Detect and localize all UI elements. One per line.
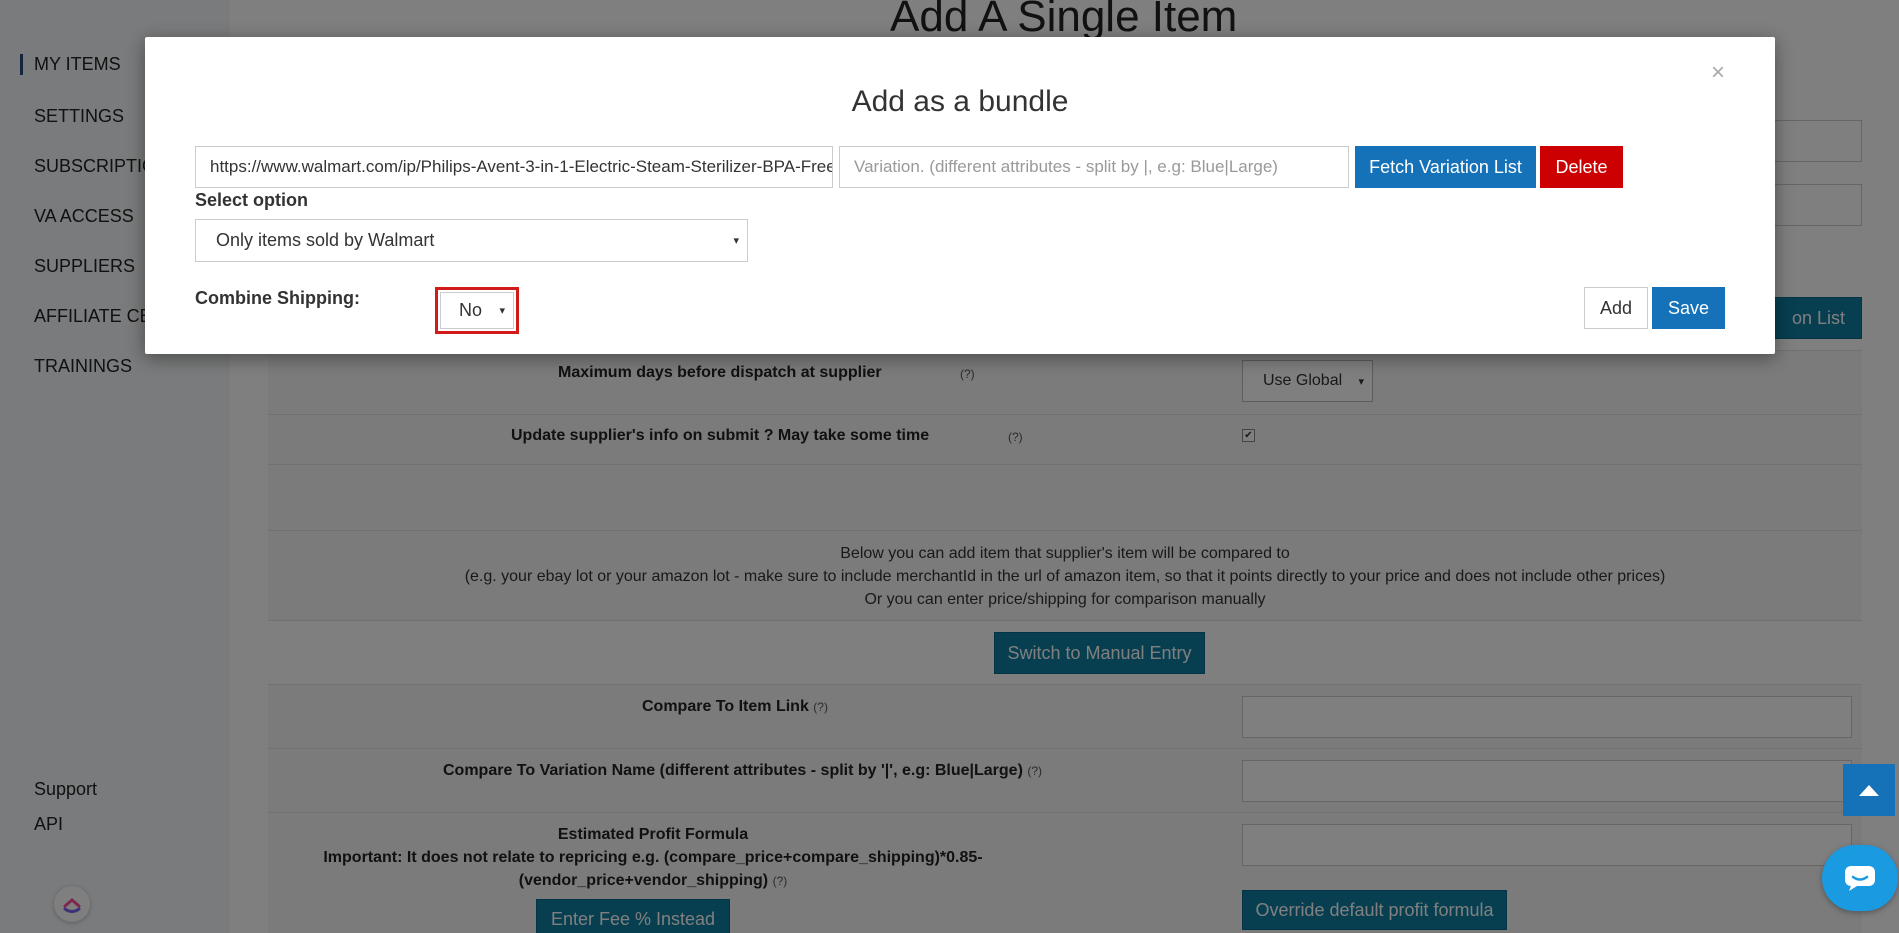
chat-bubble-icon	[1845, 866, 1875, 891]
variation-input[interactable]: Variation. (different attributes - split…	[839, 146, 1349, 188]
delete-button[interactable]: Delete	[1540, 146, 1623, 188]
scroll-to-top-button[interactable]	[1843, 764, 1895, 816]
select-option-dropdown[interactable]: Only items sold by Walmart ▾	[195, 219, 748, 262]
combine-shipping-label: Combine Shipping:	[195, 288, 360, 308]
chevron-down-icon: ▾	[733, 235, 739, 247]
fetch-variation-button[interactable]: Fetch Variation List	[1355, 146, 1536, 188]
add-button[interactable]: Add	[1584, 287, 1648, 329]
save-button[interactable]: Save	[1652, 287, 1725, 329]
close-icon[interactable]: ×	[1711, 59, 1725, 87]
item-url-input[interactable]: https://www.walmart.com/ip/Philips-Avent…	[195, 146, 833, 188]
combine-shipping-value: No	[459, 300, 483, 320]
arrow-up-icon	[1859, 785, 1879, 796]
modal-title: Add as a bundle	[851, 85, 1069, 118]
select-option-label: Select option	[195, 190, 309, 210]
chat-widget-button[interactable]	[1822, 845, 1898, 911]
chevron-down-icon: ▾	[499, 305, 505, 317]
combine-shipping-select[interactable]: No ▾	[440, 292, 514, 329]
select-option-value: Only items sold by Walmart	[216, 230, 435, 250]
bundle-modal: × Add as a bundle https://www.walmart.co…	[145, 37, 1775, 354]
